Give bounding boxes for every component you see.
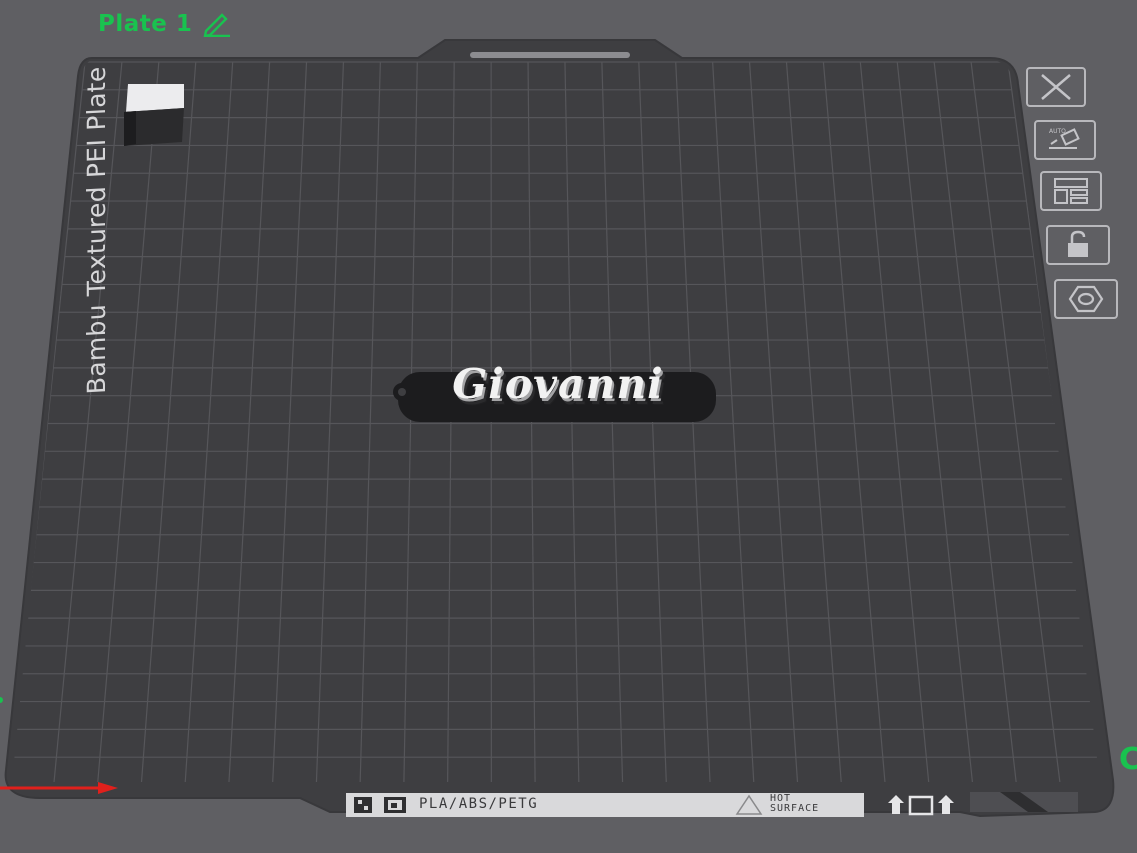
build-plate-scene bbox=[0, 39, 1115, 818]
plate-corner-notch bbox=[970, 792, 1078, 812]
auto-orient-icon: AUTO bbox=[1049, 128, 1080, 149]
plate-type-label: Bambu Textured PEI Plate bbox=[82, 65, 111, 396]
close-icon bbox=[1041, 74, 1071, 100]
auto-orient-button[interactable]: AUTO bbox=[1034, 120, 1096, 160]
wipe-tower[interactable] bbox=[124, 84, 184, 146]
arrange-button[interactable] bbox=[1040, 171, 1102, 211]
model-text[interactable]: Giovanni bbox=[398, 360, 718, 408]
close-button[interactable] bbox=[1026, 67, 1086, 107]
plate-title: Plate 1 bbox=[98, 11, 232, 38]
strip-plate-icon bbox=[384, 797, 406, 813]
lock-open-icon bbox=[1068, 230, 1088, 257]
strip-logo-icon bbox=[354, 797, 372, 813]
y-axis-marker bbox=[0, 697, 3, 703]
corner-indicator: C bbox=[1119, 742, 1137, 777]
arrange-icon bbox=[1054, 178, 1088, 204]
strip-warning-line2: SURFACE bbox=[770, 803, 820, 814]
strip-materials-text: PLA/ABS/PETG bbox=[419, 796, 539, 812]
lock-button[interactable] bbox=[1046, 225, 1110, 265]
plate-title-text: Plate 1 bbox=[98, 11, 193, 37]
hex-nut-icon bbox=[1068, 285, 1104, 313]
plate-frame bbox=[4, 39, 1115, 818]
plate-handle-slot bbox=[470, 52, 630, 58]
plate-settings-button[interactable] bbox=[1054, 279, 1118, 319]
edit-pencil-icon[interactable] bbox=[200, 11, 232, 38]
